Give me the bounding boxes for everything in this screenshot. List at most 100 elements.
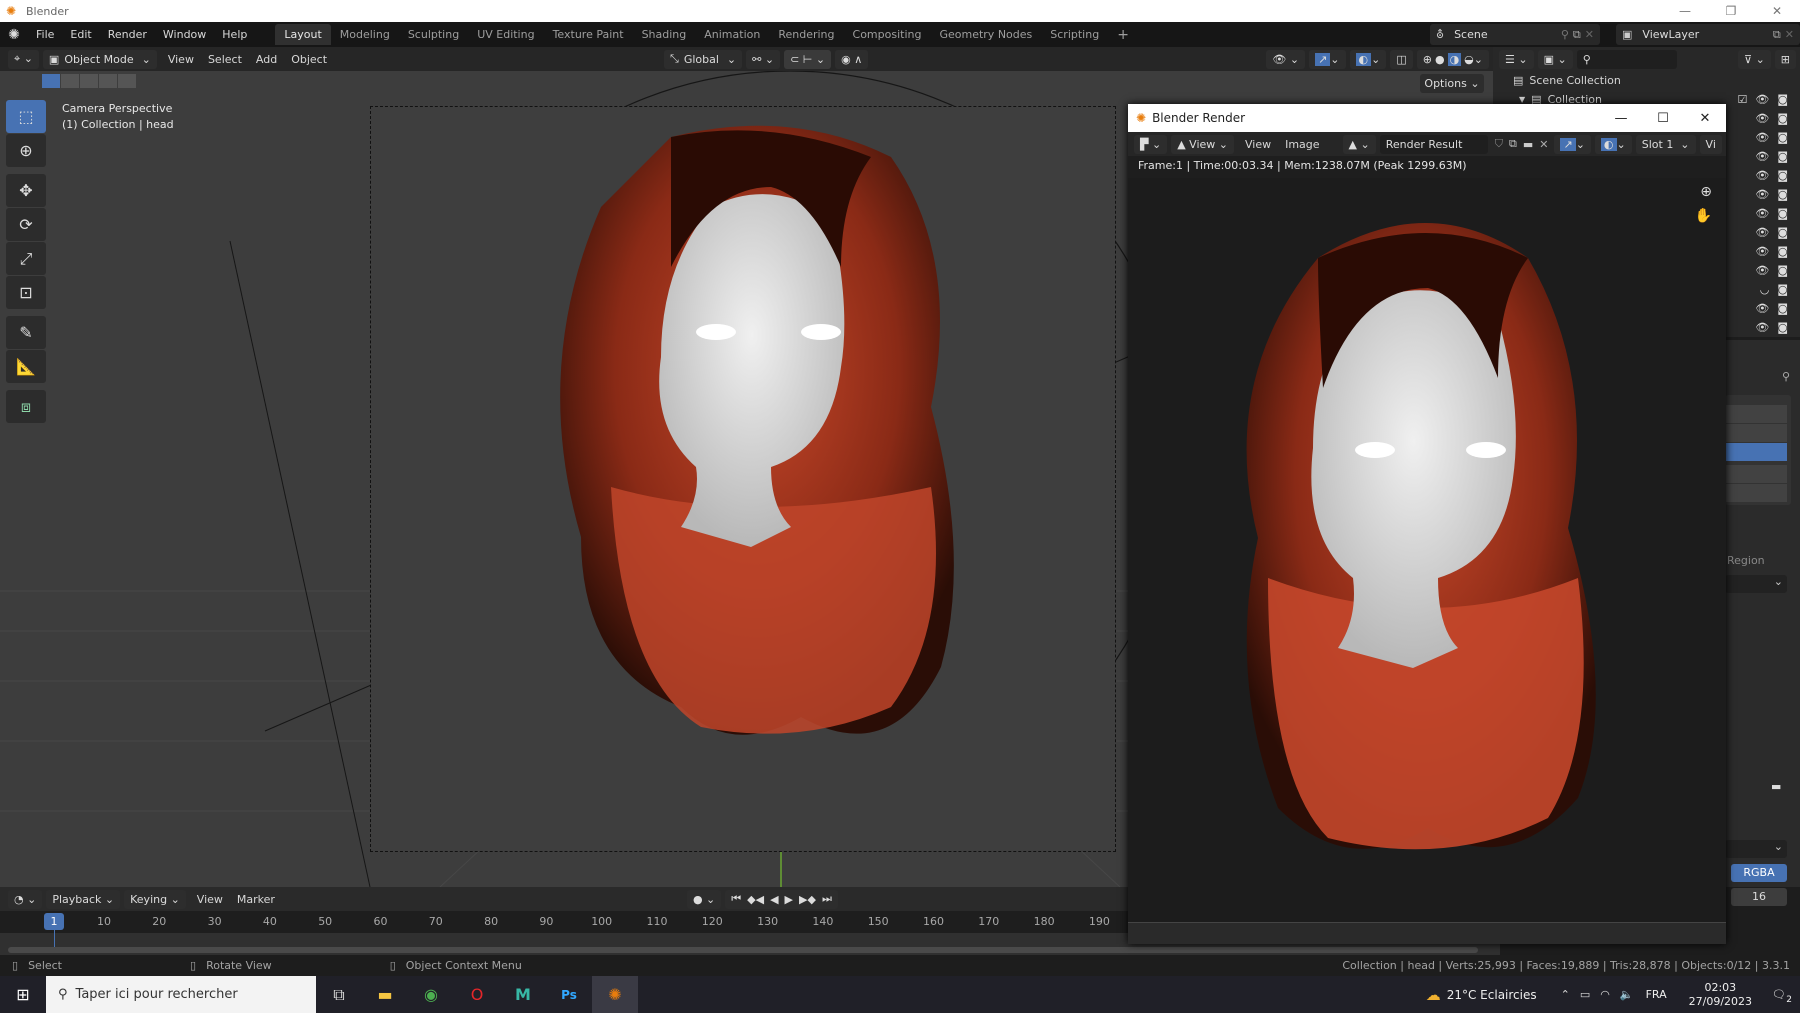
eye-icon[interactable]: 👁: [1755, 302, 1769, 315]
tab-animation[interactable]: Animation: [695, 24, 769, 45]
list-field[interactable]: [1725, 405, 1787, 423]
eye-icon[interactable]: 👁: [1755, 150, 1769, 163]
auto-keying-toggle[interactable]: ● ⌄: [686, 889, 722, 909]
keying-menu[interactable]: Keying ⌄: [124, 889, 186, 909]
restore-button[interactable]: ❐: [1708, 0, 1754, 22]
list-field[interactable]: [1725, 424, 1787, 442]
view-layer-dropdown-truncated[interactable]: Vi: [1699, 134, 1722, 154]
annotate-tool[interactable]: ✎: [6, 316, 46, 349]
image-browse-button[interactable]: ▲ ⌄: [1342, 134, 1376, 154]
current-frame-indicator[interactable]: 1: [44, 913, 64, 930]
gizmo-toggle[interactable]: ↗ ⌄: [1554, 134, 1591, 154]
xray-toggle[interactable]: ◫: [1390, 49, 1413, 69]
tab-uv-editing[interactable]: UV Editing: [468, 24, 543, 45]
tab-shading[interactable]: Shading: [633, 24, 696, 45]
eye-icon[interactable]: 👁: [1755, 131, 1769, 144]
color-mode-dropdown[interactable]: ⌄: [1725, 840, 1787, 858]
menu-add[interactable]: Add: [249, 53, 284, 66]
play-icon[interactable]: ▶: [785, 893, 793, 906]
file-browse-button[interactable]: ▬: [1771, 780, 1789, 796]
timeline-ruler[interactable]: 1 10 20 30 40 50 60 70 80 90 100 110 120 130 140 150 16…: [0, 911, 1130, 933]
pivot-dropdown[interactable]: ⚯ ⌄: [746, 49, 781, 69]
scene-selector[interactable]: ⛢ Scene ⚲ ⧉ ✕: [1430, 24, 1600, 45]
list-field[interactable]: [1725, 484, 1787, 502]
delete-scene-icon[interactable]: ✕: [1585, 28, 1600, 41]
select-box-tool[interactable]: ⬚: [6, 100, 46, 133]
weather-icon[interactable]: ☁: [1426, 986, 1441, 1004]
view-layer-selector[interactable]: ▣ ViewLayer ⧉ ✕: [1616, 24, 1800, 45]
start-button[interactable]: ⊞: [0, 976, 46, 1013]
overlay-toggle[interactable]: ◐ ⌄: [1594, 134, 1632, 154]
eye-icon[interactable]: 👁: [1755, 207, 1769, 220]
add-cube-tool[interactable]: ⧈: [6, 390, 46, 423]
tab-sculpting[interactable]: Sculpting: [399, 24, 468, 45]
playback-menu[interactable]: Playback ⌄: [46, 889, 121, 909]
eye-icon[interactable]: 👁: [1755, 321, 1769, 334]
render-minimize-button[interactable]: —: [1600, 104, 1642, 132]
eye-icon[interactable]: 👁: [1755, 245, 1769, 258]
eye-icon[interactable]: 👁: [1755, 226, 1769, 239]
meet-icon[interactable]: ▭: [1580, 988, 1590, 1001]
prev-keyframe-icon[interactable]: ◆◀: [747, 893, 764, 906]
camera-icon[interactable]: ◙: [1777, 112, 1788, 125]
timeline-marker-menu[interactable]: Marker: [230, 893, 282, 906]
visibility-dropdown[interactable]: 👁 ⌄: [1266, 49, 1306, 69]
menu-view[interactable]: View: [161, 53, 201, 66]
eye-icon[interactable]: 👁: [1755, 188, 1769, 201]
timeline-scrollbar[interactable]: [8, 947, 1478, 953]
select-new-icon[interactable]: [42, 74, 60, 88]
select-intersect-icon[interactable]: [118, 74, 136, 88]
wifi-icon[interactable]: ◠: [1600, 988, 1610, 1001]
open-image-icon[interactable]: ▬: [1523, 138, 1533, 151]
taskbar-search[interactable]: ⚲ Taper ici pour rechercher: [46, 976, 316, 1013]
select-extend-icon[interactable]: [61, 74, 79, 88]
language-indicator[interactable]: FRA: [1646, 988, 1667, 1001]
transform-tool[interactable]: ⊡: [6, 276, 46, 309]
proportional-edit-toggle[interactable]: ◉ ∧: [835, 49, 869, 69]
play-reverse-icon[interactable]: ◀: [770, 893, 778, 906]
timeline-view-menu[interactable]: View: [190, 893, 230, 906]
unlink-image-icon[interactable]: ✕: [1539, 138, 1548, 151]
camera-icon[interactable]: ◙: [1777, 150, 1788, 163]
pin-icon[interactable]: ⚲: [1561, 28, 1573, 41]
mode-dropdown[interactable]: ▣ Object Mode ⌄: [42, 49, 157, 69]
slot-dropdown[interactable]: Slot 1 ⌄: [1635, 134, 1696, 154]
camera-icon[interactable]: ◙: [1777, 131, 1788, 144]
options-dropdown[interactable]: Options ⌄: [1420, 74, 1484, 93]
clock[interactable]: 02:03 27/09/2023: [1689, 981, 1752, 1009]
camera-icon[interactable]: ◙: [1777, 169, 1788, 182]
image-editor-type[interactable]: ▛ ⌄: [1134, 134, 1168, 154]
new-image-icon[interactable]: ⧉: [1509, 137, 1517, 151]
delete-view-layer-icon[interactable]: ✕: [1785, 28, 1800, 41]
pin-icon[interactable]: ⚲: [1782, 370, 1790, 383]
measure-tool[interactable]: 📐: [6, 350, 46, 383]
tab-rendering[interactable]: Rendering: [769, 24, 843, 45]
fake-user-icon[interactable]: ⛉: [1495, 137, 1503, 151]
view-layer-name[interactable]: ViewLayer: [1636, 28, 1773, 41]
list-field-active[interactable]: [1725, 443, 1787, 461]
photoshop-icon[interactable]: Ps: [546, 976, 592, 1013]
camera-icon[interactable]: ◙: [1777, 321, 1788, 334]
camera-icon[interactable]: ◙: [1777, 226, 1788, 239]
rendered-shading-icon[interactable]: ◒: [1464, 53, 1474, 66]
shading-modes[interactable]: ⊕ ● ◑ ◒ ⌄: [1416, 49, 1489, 69]
menu-view[interactable]: View: [1238, 138, 1278, 151]
menu-help[interactable]: Help: [214, 28, 255, 41]
image-editor-mode[interactable]: ▲ View ⌄: [1171, 134, 1234, 154]
color-depth-value[interactable]: 16: [1731, 888, 1787, 906]
move-tool[interactable]: ✥: [6, 174, 46, 207]
tab-scripting[interactable]: Scripting: [1041, 24, 1108, 45]
outliner-row-scene-collection[interactable]: ▤ Scene Collection: [1493, 71, 1800, 90]
list-field[interactable]: [1725, 465, 1787, 483]
rotate-tool[interactable]: ⟳: [6, 208, 46, 241]
new-scene-icon[interactable]: ⧉: [1573, 28, 1585, 42]
tray-expand-icon[interactable]: ⌃: [1561, 988, 1570, 1001]
select-subtract-icon[interactable]: [80, 74, 98, 88]
scene-name[interactable]: Scene: [1448, 28, 1561, 41]
minimize-button[interactable]: —: [1662, 0, 1708, 22]
material-shading-icon[interactable]: ◑: [1447, 52, 1462, 66]
new-view-layer-icon[interactable]: ⧉: [1773, 28, 1785, 42]
gizmo-toggle[interactable]: ↗ ⌄: [1309, 49, 1346, 69]
render-close-button[interactable]: ✕: [1684, 104, 1726, 132]
menu-select[interactable]: Select: [201, 53, 249, 66]
